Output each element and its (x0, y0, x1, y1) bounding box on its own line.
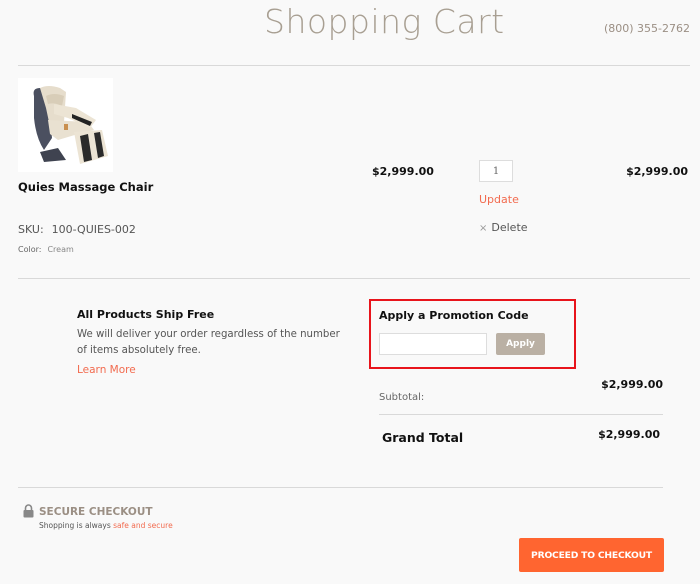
product-sku: SKU: 100-QUIES-002 (18, 223, 136, 236)
unit-price: $2,999.00 (372, 165, 434, 178)
safe-secure-link[interactable]: safe and secure (113, 521, 173, 530)
secure-checkout-title: SECURE CHECKOUT (39, 506, 153, 518)
learn-more-link[interactable]: Learn More (77, 364, 136, 376)
divider-top (18, 65, 690, 66)
subtotal-label: Subtotal: (379, 392, 425, 403)
divider-bottom (18, 487, 663, 488)
grand-total-value: $2,999.00 (598, 428, 660, 441)
quantity-input[interactable] (479, 160, 513, 182)
update-link[interactable]: Update (479, 193, 519, 206)
lock-icon (23, 504, 34, 518)
product-color: Color: Cream (18, 245, 74, 254)
delete-label: Delete (491, 221, 528, 234)
divider-middle (18, 278, 690, 279)
sku-label: SKU: (18, 223, 44, 236)
shipping-title: All Products Ship Free (77, 308, 215, 321)
promo-code-input[interactable] (379, 333, 487, 355)
apply-promo-button[interactable]: Apply (496, 333, 545, 355)
color-value: Cream (47, 245, 74, 254)
shipping-description: We will deliver your order regardless of… (77, 329, 340, 356)
secure-desc-text: Shopping is always (39, 521, 114, 530)
close-icon: × (479, 223, 488, 234)
proceed-to-checkout-button[interactable]: PROCEED TO CHECKOUT (519, 538, 664, 572)
delete-button[interactable]: × Delete (479, 221, 528, 234)
color-label: Color: (18, 245, 42, 254)
promo-title: Apply a Promotion Code (379, 309, 529, 322)
phone-number[interactable]: (800) 355-2762 (604, 22, 690, 35)
subtotal-value: $2,999.00 (601, 378, 663, 391)
product-image[interactable] (18, 78, 113, 172)
secure-checkout-description: Shopping is always safe and secure (39, 521, 173, 530)
divider-totals (379, 414, 663, 415)
page-title: Shopping Cart (264, 2, 505, 41)
grand-total-label: Grand Total (382, 430, 464, 445)
sku-value: 100-QUIES-002 (51, 223, 136, 236)
product-name[interactable]: Quies Massage Chair (18, 180, 153, 194)
line-total: $2,999.00 (626, 165, 688, 178)
massage-chair-image (18, 78, 113, 172)
